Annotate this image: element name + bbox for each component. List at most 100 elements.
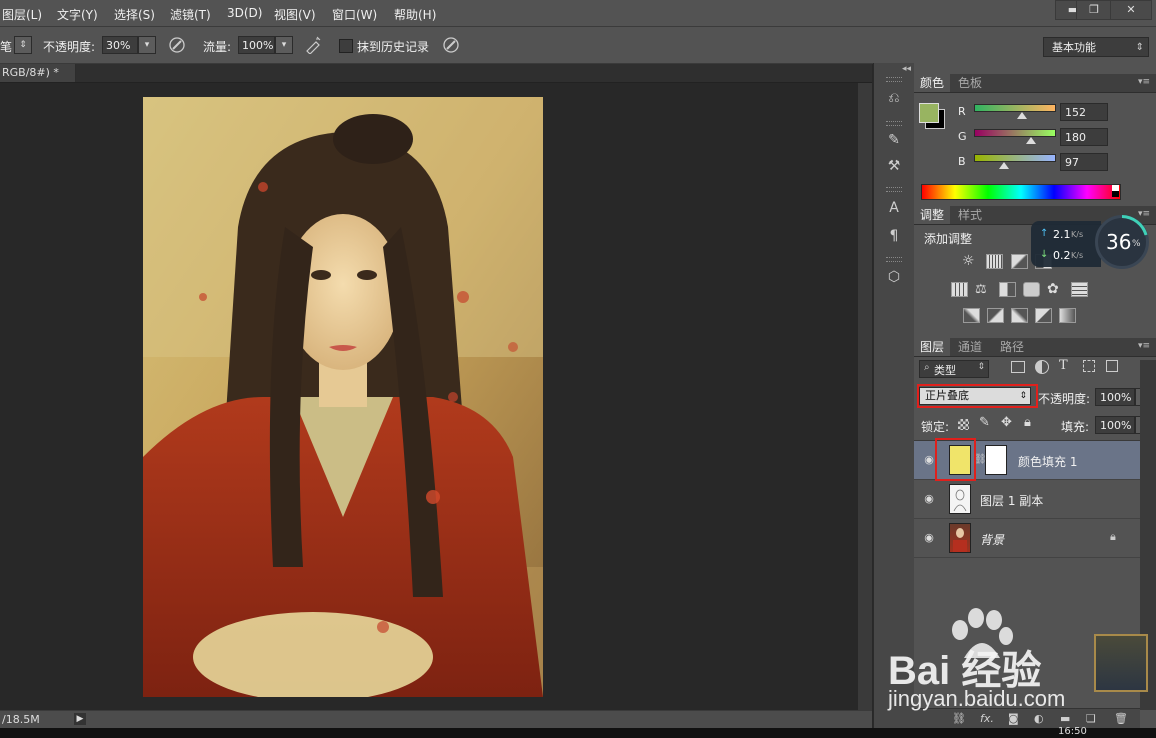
tool-preset-dropdown[interactable]: ⇕ — [14, 36, 32, 54]
menu-select[interactable]: 选择(S) — [114, 6, 155, 23]
document-image[interactable] — [143, 97, 543, 697]
channel-b-label: B — [958, 155, 966, 168]
channel-b-input[interactable]: 97 — [1060, 153, 1108, 171]
filter-type-icon[interactable]: T — [1059, 358, 1068, 373]
lock-pixels-icon[interactable]: ✎ — [979, 415, 990, 430]
lock-transparency-icon[interactable] — [958, 419, 969, 430]
filter-shape-icon[interactable] — [1083, 360, 1095, 372]
channel-r-thumb[interactable] — [1017, 112, 1027, 119]
document-size: /18.5M — [2, 713, 40, 726]
sketch-thumbnail-icon — [953, 489, 967, 512]
tab-adjustments[interactable]: 调整 — [914, 206, 951, 224]
pressure-size-icon[interactable] — [442, 36, 460, 54]
tab-channels[interactable]: 通道 — [952, 338, 988, 356]
vibrance-icon[interactable] — [951, 282, 968, 297]
menu-help[interactable]: 帮助(H) — [394, 6, 436, 23]
channel-r-input[interactable]: 152 — [1060, 103, 1108, 121]
menu-window[interactable]: 窗口(W) — [332, 6, 377, 23]
layer-name[interactable]: 背景 — [980, 531, 1004, 548]
flow-input[interactable]: 100% — [238, 36, 275, 54]
invert-icon[interactable] — [963, 308, 980, 323]
history-panel-icon[interactable]: ⎌ — [882, 87, 906, 109]
panel-menu-icon[interactable]: ▾≡ — [1138, 341, 1150, 351]
tab-paths[interactable]: 路径 — [994, 338, 1030, 356]
opacity-input[interactable]: 30% — [102, 36, 138, 54]
menu-view[interactable]: 视图(V) — [274, 6, 316, 23]
filter-smart-object-icon[interactable] — [1106, 360, 1118, 372]
layer-row-background[interactable]: ◉ 背景 🔒︎ — [914, 519, 1140, 558]
selective-color-icon[interactable] — [1035, 308, 1052, 323]
visibility-eye-icon[interactable]: ◉ — [922, 531, 936, 545]
taskbar: 16:50 — [0, 726, 1156, 738]
character-panel-icon[interactable]: A — [882, 197, 906, 219]
menu-type[interactable]: 文字(Y) — [57, 6, 98, 23]
collapse-icon[interactable]: ◂◂ — [902, 64, 911, 74]
menu-layer[interactable]: 图层(L) — [2, 6, 42, 23]
tab-styles[interactable]: 样式 — [952, 206, 988, 224]
layer-thumbnail[interactable] — [949, 484, 971, 514]
lock-position-icon[interactable]: ✥ — [1001, 415, 1012, 430]
brush-presets-icon[interactable]: ✎ — [882, 129, 906, 151]
panel-menu-icon[interactable]: ▾≡ — [1138, 77, 1150, 87]
filter-type-label: 类型 — [934, 364, 956, 377]
restore-button[interactable]: ❐ — [1076, 0, 1112, 20]
filter-adjustment-icon[interactable] — [1035, 360, 1049, 374]
layer-thumbnail[interactable] — [949, 523, 971, 553]
balance-icon[interactable]: ⚖ — [975, 282, 992, 297]
brush-panel-icon[interactable]: ⚒ — [882, 155, 906, 177]
filter-pixel-icon[interactable] — [1011, 361, 1025, 373]
canvas-scrollbar[interactable] — [858, 83, 872, 710]
dock-grip[interactable] — [886, 121, 902, 126]
workspace-select[interactable]: 基本功能 ⇕ — [1043, 37, 1149, 57]
document-tab[interactable]: RGB/8#) * × — [0, 64, 76, 97]
channel-g-slider[interactable] — [974, 129, 1056, 137]
restore-icon: ❐ — [1089, 3, 1099, 16]
posterize-icon[interactable] — [987, 308, 1004, 323]
channel-g-input[interactable]: 180 — [1060, 128, 1108, 146]
pressure-opacity-icon[interactable] — [168, 36, 186, 54]
upload-speed: 2.1 — [1053, 228, 1071, 241]
levels-icon[interactable] — [986, 254, 1003, 269]
color-spectrum-bar[interactable] — [921, 184, 1121, 200]
menu-3d[interactable]: 3D(D) — [227, 6, 262, 20]
layer-filter-select[interactable]: ⌕ 类型 ⇕ — [919, 360, 989, 378]
history-checkbox[interactable] — [339, 39, 353, 53]
lock-all-icon[interactable]: 🔒︎ — [1024, 415, 1031, 430]
paragraph-panel-icon[interactable]: ¶ — [882, 225, 906, 247]
layer-opacity-input[interactable]: 100% — [1095, 388, 1135, 406]
channel-b-thumb[interactable] — [999, 162, 1010, 169]
close-button[interactable]: ✕ — [1110, 0, 1152, 20]
flow-dropdown[interactable]: ▾ — [275, 36, 293, 54]
layer-mask-thumbnail[interactable] — [985, 445, 1007, 475]
visibility-eye-icon[interactable]: ◉ — [922, 453, 936, 467]
dock-grip[interactable] — [886, 257, 902, 262]
tab-color[interactable]: 颜色 — [914, 74, 951, 92]
visibility-eye-icon[interactable]: ◉ — [922, 492, 936, 506]
tab-layers[interactable]: 图层 — [914, 338, 951, 356]
channel-r-label: R — [958, 105, 966, 118]
channel-r-slider[interactable] — [974, 104, 1056, 112]
threshold-icon[interactable] — [1011, 308, 1028, 323]
layer-name[interactable]: 图层 1 副本 — [980, 492, 1043, 509]
dock-grip[interactable] — [886, 77, 902, 82]
channel-g-thumb[interactable] — [1025, 137, 1036, 144]
status-menu-arrow-icon[interactable]: ▶ — [74, 713, 86, 725]
curves-icon[interactable] — [1011, 254, 1028, 269]
layer-row-copy[interactable]: ◉ 图层 1 副本 — [914, 480, 1140, 519]
layer-name[interactable]: 颜色填充 1 — [1018, 453, 1077, 470]
fill-input[interactable]: 100% — [1095, 416, 1135, 434]
foreground-color-swatch[interactable] — [919, 103, 939, 123]
percent-sign: % — [1132, 239, 1141, 249]
airbrush-icon[interactable] — [304, 36, 322, 54]
dock-grip[interactable] — [886, 187, 902, 192]
tab-swatches[interactable]: 色板 — [952, 74, 988, 92]
gradient-map-icon[interactable] — [1059, 308, 1076, 323]
black-swatch[interactable] — [1112, 191, 1119, 197]
3d-panel-icon[interactable]: ⬡ — [882, 266, 906, 288]
channel-b-slider[interactable] — [974, 154, 1056, 162]
brightness-icon[interactable]: ☼ — [962, 254, 979, 269]
menu-filter[interactable]: 滤镜(T) — [170, 6, 211, 23]
opacity-dropdown[interactable]: ▾ — [138, 36, 156, 54]
black-white-icon[interactable] — [999, 282, 1016, 297]
percent-ring[interactable]: 36 % — [1095, 215, 1149, 269]
